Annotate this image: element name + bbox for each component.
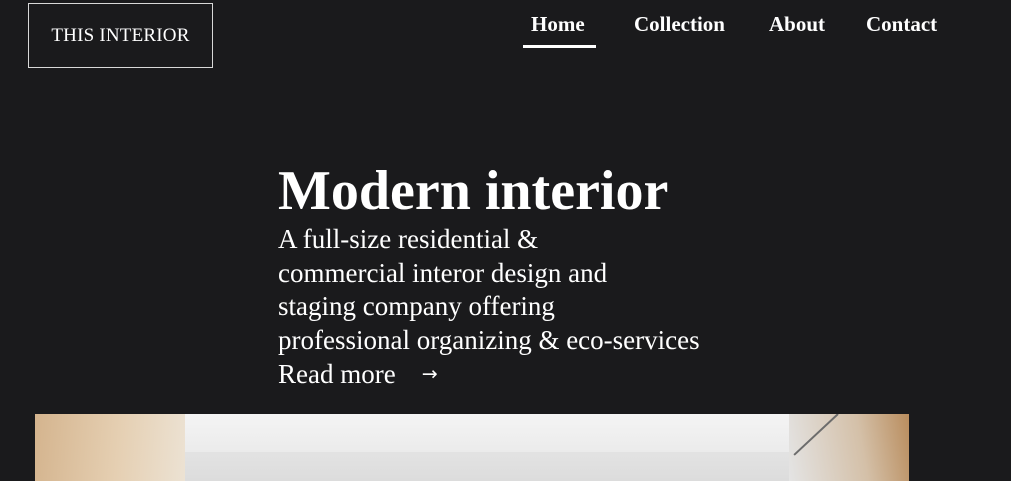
nav-item-collection[interactable]: Collection [634,12,725,37]
hero-description-line: staging company offering [278,291,555,321]
hero-title: Modern interior [278,160,669,222]
nav-item-home[interactable]: Home [531,12,585,37]
hero-interior-image [35,414,909,481]
nav-active-indicator [523,45,596,48]
page: THIS INTERIOR Home Collection About Cont… [0,0,1011,481]
nav-item-about[interactable]: About [769,12,825,37]
hero-description: A full-size residential & commercial int… [278,223,798,357]
hero-description-line: professional organizing & eco-services [278,324,700,355]
image-wood-wall-right [789,414,909,481]
read-more-label: Read more [278,359,396,389]
hero-description-line: A full-size residential & [278,224,539,254]
hero-description-line: commercial interor design and [278,257,608,288]
image-wood-wall-left [35,414,185,481]
nav-item-contact[interactable]: Contact [866,12,937,37]
main-nav: Home Collection About Contact [0,12,1011,52]
hero-section: Modern interior A full-size residential … [278,160,798,391]
read-more-link[interactable]: Read more → [278,357,468,391]
image-ceiling [155,414,855,452]
arrow-right-icon: → [421,363,438,385]
